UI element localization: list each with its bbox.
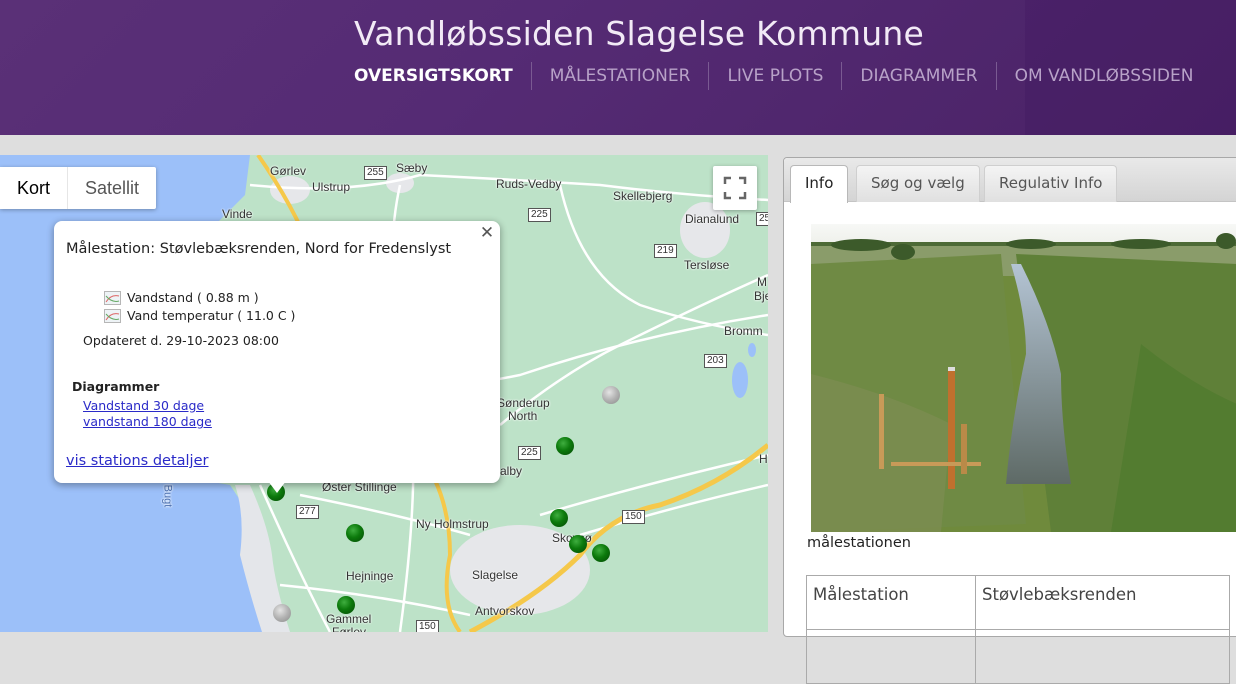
map-type-satellit-button[interactable]: Satellit xyxy=(68,167,156,209)
map-place-label: Førlev xyxy=(332,625,366,632)
station-marker-inactive[interactable] xyxy=(273,604,291,622)
tab-info[interactable]: Info xyxy=(790,165,849,203)
map-place-label: North xyxy=(508,409,538,423)
updated-timestamp: Opdateret d. 29-10-2023 08:00 xyxy=(83,333,279,348)
map-place-label: Bje xyxy=(754,289,768,303)
diagram-link-180-days[interactable]: vandstand 180 dage xyxy=(83,414,212,429)
station-marker[interactable] xyxy=(550,509,568,527)
sensor-item[interactable]: Vand temperatur ( 11.0 C ) xyxy=(104,308,295,323)
table-row xyxy=(806,629,1230,684)
fullscreen-button[interactable] xyxy=(713,166,757,210)
tab-bar: Info Søg og vælg Regulativ Info xyxy=(784,158,1236,203)
road-shield: 25 xyxy=(756,212,768,226)
map-place-label: M xyxy=(757,275,767,289)
nav-om-vandlobssiden[interactable]: OM VANDLØBSSIDEN xyxy=(995,62,1212,90)
map-type-kort-button[interactable]: Kort xyxy=(0,167,69,209)
station-info-popup: ✕ Målestation: Støvlebæksrenden, Nord fo… xyxy=(54,221,500,493)
main-nav: OVERSIGTSKORT MÅLESTATIONER LIVE PLOTS D… xyxy=(354,62,1211,90)
chart-icon xyxy=(104,290,121,305)
map-place-label: H xyxy=(759,452,768,466)
sensor-label: Vand temperatur ( 11.0 C ) xyxy=(127,308,296,323)
map-place-label: Gørlev xyxy=(270,164,306,178)
table-key xyxy=(806,629,976,684)
table-row: Målestation Støvlebæksrenden xyxy=(806,575,1230,630)
road-shield: 203 xyxy=(704,354,727,368)
road-shield: 277 xyxy=(296,505,319,519)
photo-caption: målestationen xyxy=(807,535,911,551)
map[interactable]: Gørlev Ulstrup Sæby Ruds-Vedby Skellebje… xyxy=(0,155,768,632)
nav-oversigtskort[interactable]: OVERSIGTSKORT xyxy=(354,62,531,90)
road-shield: 219 xyxy=(654,244,677,258)
diagrams-heading: Diagrammer xyxy=(72,379,160,394)
station-marker[interactable] xyxy=(346,524,364,542)
map-type-control: Kort Satellit xyxy=(0,167,157,209)
road-shield: 225 xyxy=(518,446,541,460)
station-marker[interactable] xyxy=(592,544,610,562)
road-shield: 150 xyxy=(622,510,645,524)
map-place-label: Ruds-Vedby xyxy=(496,177,562,191)
map-place-label: Sønderup xyxy=(497,396,550,410)
station-marker-inactive[interactable] xyxy=(602,386,620,404)
station-marker[interactable] xyxy=(569,535,587,553)
nav-diagrammer[interactable]: DIAGRAMMER xyxy=(841,62,995,90)
station-details-link[interactable]: vis stations detaljer xyxy=(66,453,208,469)
road-shield: 150 xyxy=(416,620,439,632)
map-place-label: Bromm xyxy=(724,324,763,338)
map-place-label: Vinde xyxy=(222,207,253,221)
info-panel: Info Søg og vælg Regulativ Info målestat… xyxy=(783,157,1236,684)
chart-icon xyxy=(104,308,121,323)
road-shield: 225 xyxy=(528,208,551,222)
tab-sog-og-vaelg[interactable]: Søg og vælg xyxy=(856,165,980,202)
map-place-label: Ny Holmstrup xyxy=(416,517,489,531)
nav-malestationer[interactable]: MÅLESTATIONER xyxy=(530,62,709,90)
panel-divider xyxy=(768,155,783,632)
station-photo xyxy=(811,224,1236,532)
map-place-label: Skellebjerg xyxy=(613,189,673,203)
sensor-label: Vandstand ( 0.88 m ) xyxy=(127,290,259,305)
map-place-label: Slagelse xyxy=(472,568,519,582)
popup-tail xyxy=(268,481,286,493)
fullscreen-icon xyxy=(723,176,747,200)
diagram-link-30-days[interactable]: Vandstand 30 dage xyxy=(83,398,204,413)
map-place-label: Hejninge xyxy=(346,569,394,583)
station-info-table: Målestation Støvlebæksrenden xyxy=(806,575,1230,684)
road-shield: 255 xyxy=(364,166,387,180)
map-place-label: Sæby xyxy=(396,161,428,175)
tab-regulativ-info[interactable]: Regulativ Info xyxy=(984,165,1118,202)
nav-live-plots[interactable]: LIVE PLOTS xyxy=(708,62,841,90)
site-header: Vandløbssiden Slagelse Kommune OVERSIGTS… xyxy=(0,0,1236,135)
close-icon[interactable]: ✕ xyxy=(478,223,496,243)
popup-title: Målestation: Støvlebæksrenden, Nord for … xyxy=(66,241,452,257)
sensor-item[interactable]: Vandstand ( 0.88 m ) xyxy=(104,290,259,305)
map-place-label: alby xyxy=(500,464,523,478)
station-photo-image xyxy=(811,224,1236,532)
station-marker[interactable] xyxy=(337,596,355,614)
map-water-label: Bugt xyxy=(161,484,174,508)
map-place-label: Ulstrup xyxy=(312,180,351,194)
map-place-label: Tersløse xyxy=(684,258,730,272)
site-title: Vandløbssiden Slagelse Kommune xyxy=(354,14,924,53)
station-marker[interactable] xyxy=(556,437,574,455)
map-place-label: Antvorskov xyxy=(475,604,535,618)
map-place-label: Gammel xyxy=(326,612,372,626)
map-place-label: Dianalund xyxy=(685,212,740,226)
table-key: Målestation xyxy=(806,575,976,630)
table-value: Støvlebæksrenden xyxy=(975,575,1230,630)
table-value xyxy=(975,629,1230,684)
